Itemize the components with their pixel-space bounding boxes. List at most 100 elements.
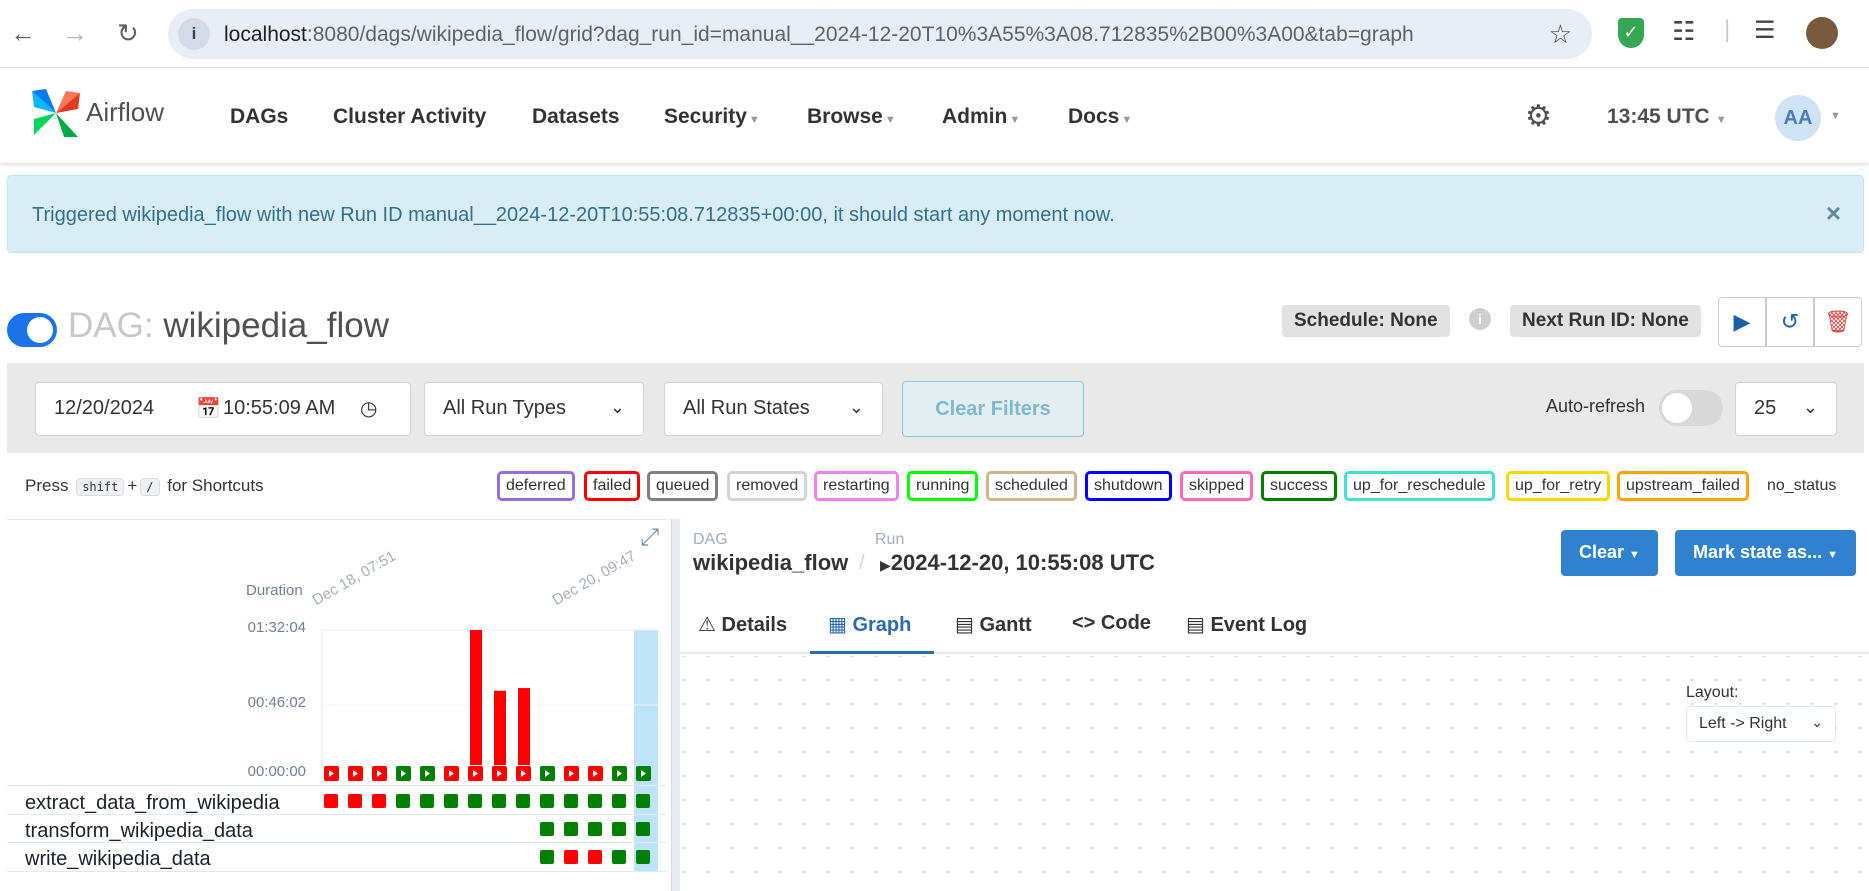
- task-instance-square[interactable]: [468, 794, 482, 808]
- clear-filters-button[interactable]: Clear Filters: [902, 381, 1084, 437]
- play-icon: ▶: [1733, 309, 1751, 334]
- clear-button[interactable]: Clear ▼: [1561, 530, 1658, 576]
- task-instance-square[interactable]: [612, 822, 626, 836]
- mark-state-button[interactable]: Mark state as... ▼: [1675, 530, 1856, 576]
- tab-details[interactable]: ⚠ Details: [698, 612, 787, 637]
- info-icon[interactable]: i: [1469, 308, 1491, 330]
- trigger-dag-button[interactable]: ▶: [1718, 297, 1766, 347]
- task-instance-square[interactable]: [324, 794, 338, 808]
- run-duration-bar[interactable]: [494, 690, 506, 765]
- state-skipped[interactable]: skipped: [1180, 471, 1254, 501]
- delete-dag-button[interactable]: 🗑: [1814, 297, 1862, 347]
- chevron-down-icon: ▼: [884, 114, 896, 126]
- state-success[interactable]: success: [1261, 471, 1337, 501]
- state-up-for-reschedule[interactable]: up_for_reschedule: [1344, 471, 1495, 501]
- task-name-write[interactable]: write_wikipedia_data: [25, 848, 211, 871]
- nav-browse[interactable]: Browse ▼: [807, 105, 896, 129]
- grid-chart: [321, 629, 660, 871]
- chevron-down-icon: ▼: [1121, 114, 1133, 126]
- refresh-document-icon: ↺: [1780, 309, 1800, 334]
- task-name-extract[interactable]: extract_data_from_wikipedia: [25, 792, 280, 815]
- breadcrumb-run-label: Run: [875, 531, 905, 548]
- panel-resize-handle[interactable]: [671, 519, 680, 891]
- task-instance-square[interactable]: [564, 822, 578, 836]
- profile-avatar-icon[interactable]: [1806, 17, 1838, 49]
- task-instance-square[interactable]: [348, 794, 362, 808]
- nav-docs[interactable]: Docs ▼: [1068, 105, 1132, 129]
- task-instance-square[interactable]: [588, 850, 602, 864]
- state-no-status[interactable]: no_status: [1767, 477, 1836, 495]
- chevron-down-icon[interactable]: ▼: [1830, 110, 1841, 122]
- run-states-select[interactable]: All Run States ⌄: [664, 382, 883, 436]
- breadcrumb-run-value[interactable]: ▶2024-12-20, 10:55:08 UTC: [880, 550, 1155, 576]
- nav-admin[interactable]: Admin ▼: [942, 105, 1020, 129]
- row-divider: [7, 842, 667, 843]
- media-queue-icon[interactable]: ☰: [1754, 16, 1776, 45]
- row-divider: [7, 814, 667, 815]
- layout-select[interactable]: Left -> Right ⌄: [1686, 706, 1836, 742]
- chevron-down-icon: ⌄: [1802, 397, 1818, 417]
- task-instance-square[interactable]: [420, 794, 434, 808]
- task-instance-square[interactable]: [516, 794, 530, 808]
- task-instance-square[interactable]: [396, 794, 410, 808]
- play-icon: ▶: [880, 557, 891, 573]
- tab-event-log[interactable]: ▤ Event Log: [1186, 612, 1307, 637]
- task-instance-square[interactable]: [540, 850, 554, 864]
- code-icon: <>: [1072, 612, 1096, 634]
- tab-code[interactable]: <> Code: [1072, 612, 1151, 635]
- breadcrumb-dag-name[interactable]: wikipedia_flow: [693, 550, 848, 576]
- chevron-down-icon: ⌄: [1811, 714, 1823, 730]
- state-up-for-retry[interactable]: up_for_retry: [1506, 471, 1611, 501]
- extensions-puzzle-icon[interactable]: ☷: [1672, 16, 1695, 47]
- close-icon[interactable]: ×: [1826, 198, 1841, 229]
- user-avatar[interactable]: AA: [1775, 95, 1821, 141]
- task-instance-square[interactable]: [564, 794, 578, 808]
- tab-gantt[interactable]: ▤ Gantt: [955, 612, 1032, 637]
- auto-refresh-switch[interactable]: [1659, 390, 1723, 426]
- task-instance-square[interactable]: [636, 850, 650, 864]
- task-instance-square[interactable]: [588, 822, 602, 836]
- gear-icon[interactable]: ⚙: [1525, 99, 1552, 134]
- task-instance-square[interactable]: [636, 822, 650, 836]
- shield-extension-icon[interactable]: ✓: [1618, 18, 1644, 48]
- next-run-badge: Next Run ID: None: [1510, 305, 1701, 337]
- reparse-dag-button[interactable]: ↺: [1766, 297, 1814, 347]
- state-removed[interactable]: removed: [727, 471, 808, 501]
- event-log-icon: ▤: [1186, 614, 1205, 636]
- state-running[interactable]: running: [907, 471, 979, 501]
- task-instance-square[interactable]: [372, 794, 386, 808]
- task-instance-square[interactable]: [612, 850, 626, 864]
- task-instance-square[interactable]: [564, 850, 578, 864]
- details-tabs: ⚠ Details ▦ Graph ▤ Gantt <> Code ▤ Even…: [680, 600, 1869, 654]
- task-name-transform[interactable]: transform_wikipedia_data: [25, 820, 253, 843]
- gantt-icon: ▤: [955, 614, 974, 636]
- state-shutdown[interactable]: shutdown: [1085, 471, 1172, 501]
- chevron-down-icon: ▼: [1009, 114, 1021, 126]
- task-instance-square[interactable]: [540, 794, 554, 808]
- row-divider: [7, 871, 667, 872]
- run-duration-bar[interactable]: [470, 630, 482, 765]
- chevron-down-icon: ▼: [748, 114, 760, 126]
- row-divider: [7, 785, 667, 786]
- run-duration-bar[interactable]: [518, 688, 530, 765]
- state-scheduled[interactable]: scheduled: [986, 471, 1077, 501]
- task-instance-square[interactable]: [636, 794, 650, 808]
- task-instance-square[interactable]: [540, 822, 554, 836]
- task-instance-square[interactable]: [492, 794, 506, 808]
- graph-icon: ▦: [828, 614, 847, 636]
- tab-graph[interactable]: ▦ Graph: [828, 612, 911, 637]
- task-instance-square[interactable]: [444, 794, 458, 808]
- chevron-down-icon: ▼: [1715, 114, 1727, 126]
- breadcrumb-dag-label: DAG: [693, 531, 728, 548]
- state-restarting[interactable]: restarting: [814, 471, 899, 501]
- toolbar-divider: |: [1724, 16, 1731, 43]
- auto-refresh-label: Auto-refresh: [1546, 396, 1646, 416]
- timezone-clock[interactable]: 13:45 UTC ▼: [1607, 105, 1727, 129]
- task-instance-square[interactable]: [612, 794, 626, 808]
- page-size-select[interactable]: 25 ⌄: [1735, 382, 1837, 436]
- task-instance-square[interactable]: [588, 794, 602, 808]
- breadcrumb-separator: /: [859, 552, 865, 574]
- chevron-down-icon: ▼: [1827, 549, 1838, 561]
- state-upstream-failed[interactable]: upstream_failed: [1617, 471, 1749, 501]
- bookmark-star-icon[interactable]: ☆: [1549, 19, 1572, 50]
